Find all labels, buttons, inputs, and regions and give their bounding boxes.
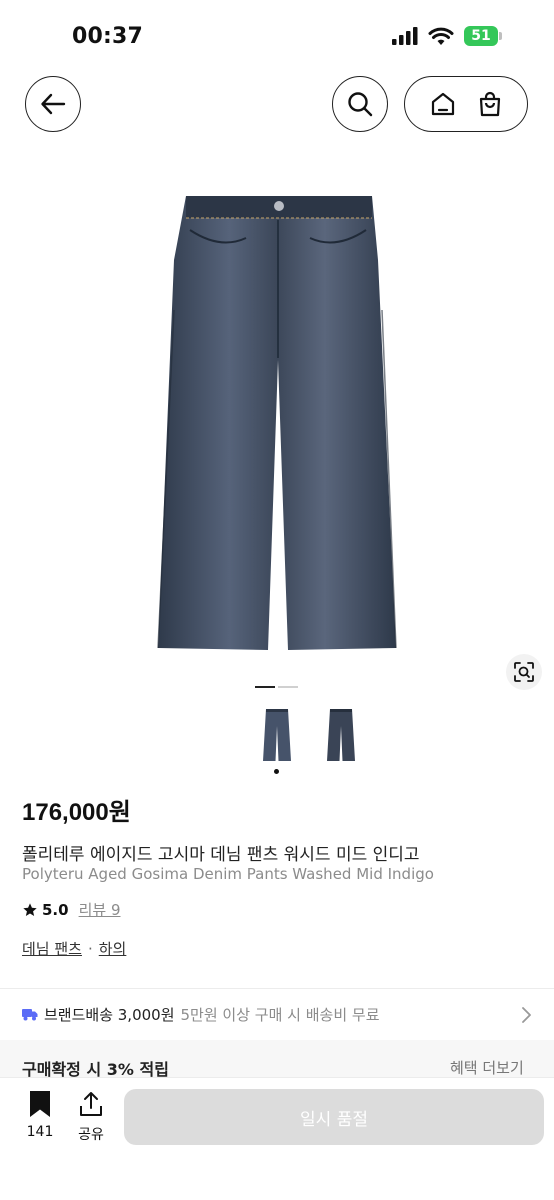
cart-button[interactable]: [476, 90, 504, 118]
status-time: 00:37: [72, 24, 144, 49]
status-icons: 51: [392, 26, 502, 46]
category-parent-link[interactable]: 하의: [99, 938, 127, 959]
arrow-left-icon: [41, 93, 66, 115]
home-icon: [431, 92, 454, 116]
review-link[interactable]: 리뷰 9: [79, 899, 121, 920]
share-label: 공유: [78, 1127, 104, 1143]
rating-score: 5.0: [42, 900, 69, 919]
share-button[interactable]: 공유: [74, 1090, 108, 1144]
category-breadcrumb: 데님 팬츠 · 하의: [22, 938, 126, 959]
shopping-bag-icon: [479, 91, 500, 117]
battery-level: 51: [471, 28, 491, 44]
search-button[interactable]: [332, 76, 388, 132]
gallery-indicator-active: [255, 686, 275, 688]
header-actions: [404, 76, 528, 132]
bookmark-count: 141: [26, 1124, 54, 1140]
search-icon: [348, 92, 373, 117]
shipping-label: 브랜드배송 3,000원: [44, 1006, 175, 1024]
star-icon: [23, 902, 37, 916]
wifi-icon: [428, 27, 454, 45]
category-link[interactable]: 데님 팬츠: [22, 938, 82, 959]
visual-search-button[interactable]: [506, 654, 542, 690]
thumbnail-back[interactable]: [326, 708, 356, 762]
divider: [0, 988, 554, 989]
signal-icon: [392, 27, 418, 45]
category-separator: ·: [87, 939, 93, 958]
battery-indicator: 51: [464, 26, 502, 46]
sold-out-label: 일시 품절: [300, 1109, 368, 1130]
bookmark-icon: [30, 1091, 50, 1117]
home-button[interactable]: [429, 90, 457, 118]
product-image[interactable]: [150, 190, 406, 660]
benefit-more-link[interactable]: 혜택 더보기: [450, 1057, 524, 1078]
points-label: 구매확정 시 3% 적립: [22, 1060, 169, 1079]
shipping-info[interactable]: 브랜드배송 3,000원 5만원 이상 구매 시 배송비 무료: [22, 1004, 380, 1025]
gallery-indicator: [278, 686, 298, 688]
product-name-en: Polyteru Aged Gosima Denim Pants Washed …: [22, 865, 434, 883]
shipping-sub: 5만원 이상 구매 시 배송비 무료: [180, 1006, 380, 1024]
product-price: 176,000원: [22, 799, 131, 826]
thumbnail-selected-dot: [274, 769, 279, 774]
rating-row: 5.0 리뷰 9: [22, 899, 121, 920]
bookmark-button[interactable]: 141: [24, 1090, 56, 1140]
sold-out-button[interactable]: 일시 품절: [124, 1089, 544, 1145]
visual-search-icon: [514, 662, 534, 682]
truck-icon: [22, 1009, 38, 1021]
thumbnail-front[interactable]: [262, 708, 292, 762]
product-name-kr: 폴리테루 에이지드 고시마 데님 팬츠 워시드 미드 인디고: [22, 845, 420, 865]
chevron-right-icon[interactable]: [520, 1006, 532, 1024]
back-button[interactable]: [25, 76, 81, 132]
share-icon: [80, 1092, 102, 1116]
